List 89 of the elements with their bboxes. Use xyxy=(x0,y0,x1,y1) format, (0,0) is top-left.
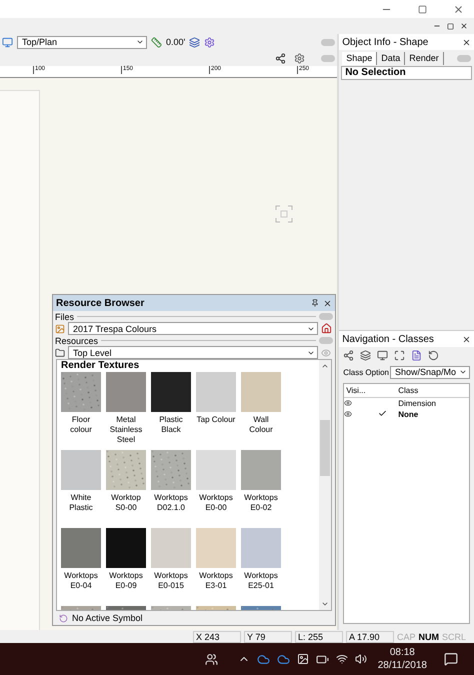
section-heading: Render Textures xyxy=(61,360,140,372)
texture-swatch[interactable] xyxy=(241,372,281,412)
panel-title: Navigation - Classes xyxy=(342,334,434,344)
texture-name: Worktops E0-02 xyxy=(243,492,279,514)
eye-icon[interactable] xyxy=(344,410,352,418)
active-symbol-text: No Active Symbol xyxy=(72,613,143,623)
notification-icon[interactable] xyxy=(444,652,458,666)
file-dropdown[interactable]: 2017 Trespa Colours xyxy=(68,322,318,335)
folder-icon[interactable] xyxy=(55,348,65,358)
status-cell: Y 79 xyxy=(244,630,292,642)
column-header[interactable]: Visi... xyxy=(344,386,366,395)
clock[interactable]: 08:18 28/11/2018 xyxy=(378,646,427,672)
layers-icon[interactable] xyxy=(360,350,372,360)
texture-name: Plastic Black xyxy=(158,414,184,436)
folder-dropdown[interactable]: Top Level xyxy=(68,346,318,359)
section-label: Resources xyxy=(55,336,98,346)
pin-icon[interactable] xyxy=(311,299,319,307)
view-dropdown[interactable]: Top/Plan xyxy=(17,36,147,48)
palette-title: Resource Browser xyxy=(56,298,144,308)
picture-tray-icon[interactable] xyxy=(296,653,309,665)
texture-name: Worktop S0-00 xyxy=(110,492,142,514)
caret-icon[interactable] xyxy=(136,38,144,46)
close-icon[interactable] xyxy=(462,334,471,344)
key-indicator: SCRL xyxy=(442,632,466,642)
texture-name: Floor colour xyxy=(69,414,93,436)
scroll-up-icon[interactable] xyxy=(321,362,329,370)
focus-marker-icon xyxy=(275,205,293,223)
close-icon[interactable] xyxy=(323,298,332,308)
option-label: Class Option xyxy=(343,368,389,376)
texture-swatch[interactable] xyxy=(106,450,146,490)
people-icon[interactable] xyxy=(204,652,218,666)
texture-swatch[interactable] xyxy=(61,372,101,412)
panel-tab[interactable]: Data xyxy=(377,52,406,64)
texture-swatch[interactable] xyxy=(241,528,281,568)
status-cell: L: 255 xyxy=(295,630,343,642)
close-icon[interactable] xyxy=(462,38,471,46)
check-icon xyxy=(378,409,388,418)
status-cell: X 243 xyxy=(193,630,241,642)
texture-swatch[interactable] xyxy=(241,450,281,490)
eye-icon[interactable] xyxy=(344,398,352,406)
texture-swatch[interactable] xyxy=(61,450,101,490)
key-indicator: NUM xyxy=(418,632,440,642)
panel-title: Object Info - Shape xyxy=(342,36,428,48)
texture-name: Worktops E0-04 xyxy=(63,570,99,592)
close-icon[interactable] xyxy=(460,22,468,30)
selection-field: No Selection xyxy=(341,66,472,80)
texture-name: Wall Colour xyxy=(248,414,274,436)
battery-icon[interactable] xyxy=(316,652,329,666)
scroll-down-icon[interactable] xyxy=(321,600,329,608)
restore-icon[interactable] xyxy=(447,22,454,30)
class-options-dropdown[interactable]: Show/Snap/Mo xyxy=(390,366,470,378)
texture-name: Worktops E25-01 xyxy=(243,570,279,592)
panel-tab[interactable]: Shape xyxy=(342,52,378,64)
texture-name: Worktops E0-015 xyxy=(153,570,189,592)
caret-icon[interactable] xyxy=(459,368,467,376)
drawing-canvas[interactable] xyxy=(0,78,338,630)
texture-swatch[interactable] xyxy=(106,372,146,412)
viewport-icon[interactable] xyxy=(394,350,406,360)
texture-name: White Plastic xyxy=(68,492,94,514)
texture-swatch[interactable] xyxy=(106,528,146,568)
texture-name: Metal Stainless Steel xyxy=(108,414,144,446)
class-name[interactable]: Dimension xyxy=(396,399,469,408)
angle-field[interactable]: 0.00' xyxy=(166,37,186,47)
volume-icon[interactable] xyxy=(354,653,367,665)
texture-swatch[interactable] xyxy=(61,528,101,568)
texture-name: Worktops E0-00 xyxy=(198,492,234,514)
gear-icon[interactable] xyxy=(294,52,306,64)
key-indicator: CAP xyxy=(397,632,416,642)
texture-name: Tap Colour xyxy=(196,414,236,426)
texture-swatch[interactable] xyxy=(196,450,236,490)
panel-tab[interactable]: Render xyxy=(405,52,444,64)
texture-swatch[interactable] xyxy=(151,450,191,490)
status-cell: A 17.90 xyxy=(346,630,394,642)
scrollbar[interactable] xyxy=(319,360,331,610)
home-icon[interactable] xyxy=(321,323,332,334)
texture-name: Worktops E0-09 xyxy=(108,570,144,592)
texture-swatch[interactable] xyxy=(196,372,236,412)
restore-icon[interactable] xyxy=(418,4,427,14)
section-label: Files xyxy=(55,312,74,322)
class-name[interactable]: None xyxy=(396,410,469,419)
texture-name: Worktops E3-01 xyxy=(198,570,234,592)
column-header[interactable]: Class xyxy=(396,386,469,395)
texture-swatch[interactable] xyxy=(151,372,191,412)
texture-name: Worktops D02.1.0 xyxy=(153,492,189,514)
texture-swatch[interactable] xyxy=(196,528,236,568)
scroll-thumb[interactable] xyxy=(320,420,330,476)
cloud-icon[interactable] xyxy=(276,652,290,666)
texture-swatch[interactable] xyxy=(151,528,191,568)
cloud-icon[interactable] xyxy=(256,652,270,666)
